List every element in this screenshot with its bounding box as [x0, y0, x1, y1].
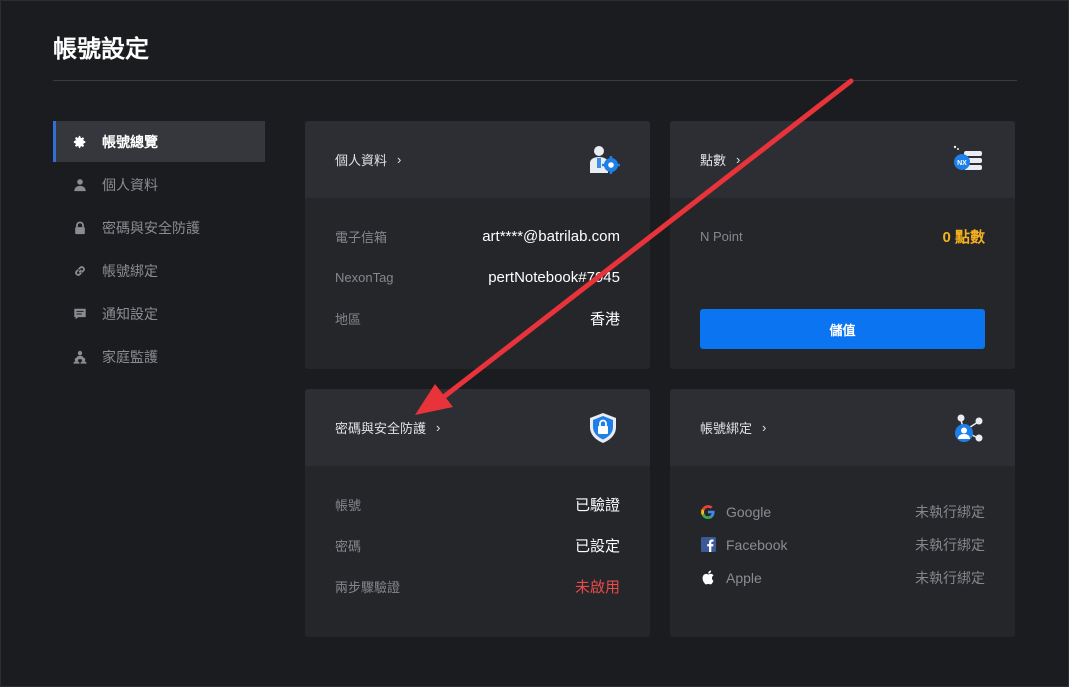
profile-region-row: 地區 香港 [305, 298, 650, 339]
profile-email-row: 電子信箱 art****@batrilab.com [305, 216, 650, 257]
chevron-right-icon: › [762, 420, 767, 435]
security-card-link[interactable]: 密碼與安全防護 › [335, 418, 440, 437]
sidebar: 帳號總覽 個人資料 密碼與安全防護 帳號綁定 通知設定 家庭監護 [53, 121, 265, 379]
sidebar-item-label: 個人資料 [102, 176, 158, 193]
binding-card-header: 帳號綁定 › [670, 389, 1015, 466]
two-step-status: 未啟用 [574, 579, 620, 596]
chevron-right-icon: › [736, 152, 741, 167]
lock-icon [73, 221, 87, 235]
two-step-label: 兩步驟驗證 [335, 580, 401, 595]
sidebar-item-label: 帳號綁定 [102, 262, 158, 279]
profile-card-header: 個人資料 › [305, 121, 650, 198]
sidebar-item-family-guard[interactable]: 家庭監護 [53, 336, 265, 377]
npoint-value: 0 點數 [942, 229, 985, 246]
account-label: 帳號 [335, 498, 362, 513]
nexontag-label: NexonTag [335, 270, 394, 285]
gear-icon [73, 135, 87, 149]
person-icon [73, 178, 87, 192]
npoint-label: N Point [700, 229, 743, 244]
svg-text:NX: NX [957, 160, 967, 167]
binding-card: 帳號綁定 › Google 未執行綁定 Facebook 未執行綁定 Apple… [670, 389, 1015, 637]
email-label: 電子信箱 [335, 230, 388, 245]
sidebar-item-label: 帳號總覽 [102, 133, 158, 150]
sidebar-item-account-overview[interactable]: 帳號總覽 [53, 121, 265, 162]
profile-settings-icon [590, 145, 620, 174]
message-icon [73, 307, 87, 321]
nx-points-icon: NX [953, 145, 982, 170]
facebook-binding-row[interactable]: Facebook 未執行綁定 [670, 528, 1015, 561]
email-value: art****@batrilab.com [482, 228, 620, 245]
points-card-title: 點數 [700, 153, 727, 168]
sidebar-item-label: 家庭監護 [102, 348, 158, 365]
facebook-label: Facebook [726, 536, 788, 553]
nexontag-value: pertNotebook#7945 [488, 269, 620, 286]
account-verify-row: 帳號 已驗證 [305, 484, 650, 525]
link-icon [73, 264, 87, 278]
password-row: 密碼 已設定 [305, 525, 650, 566]
password-status: 已設定 [574, 538, 620, 555]
apple-label: Apple [726, 569, 762, 586]
npoint-row: N Point 0 點數 [670, 216, 1015, 257]
google-icon [700, 504, 716, 520]
chevron-right-icon: › [397, 152, 402, 167]
sidebar-item-account-binding[interactable]: 帳號綁定 [53, 250, 265, 291]
sidebar-item-label: 密碼與安全防護 [102, 219, 200, 236]
google-binding-row[interactable]: Google 未執行綁定 [670, 495, 1015, 528]
sidebar-item-label: 通知設定 [102, 305, 158, 322]
region-label: 地區 [335, 312, 362, 327]
page-title: 帳號設定 [53, 36, 149, 63]
region-value: 香港 [589, 311, 620, 328]
security-card-header: 密碼與安全防護 › [305, 389, 650, 466]
binding-card-link[interactable]: 帳號綁定 › [700, 418, 766, 437]
title-divider [53, 80, 1017, 81]
facebook-icon [700, 537, 716, 553]
network-user-icon [955, 414, 983, 442]
two-step-row: 兩步驟驗證 未啟用 [305, 566, 650, 607]
top-up-button[interactable]: 儲值 [700, 309, 985, 349]
chevron-right-icon: › [436, 420, 441, 435]
points-card-link[interactable]: 點數 › [700, 150, 740, 169]
points-card: 點數 › NX N Point 0 點數 儲值 [670, 121, 1015, 369]
account-status: 已驗證 [574, 497, 620, 514]
sidebar-item-profile[interactable]: 個人資料 [53, 164, 265, 205]
facebook-status: 未執行綁定 [915, 536, 985, 553]
shield-lock-icon [590, 412, 616, 443]
apple-status: 未執行綁定 [915, 569, 985, 586]
profile-card: 個人資料 › 電子信箱 art****@batrilab.com NexonTa… [305, 121, 650, 369]
sidebar-item-security[interactable]: 密碼與安全防護 [53, 207, 265, 248]
password-label: 密碼 [335, 539, 362, 554]
family-icon [73, 350, 87, 364]
binding-card-title: 帳號綁定 [700, 421, 753, 436]
security-card-title: 密碼與安全防護 [335, 421, 427, 436]
google-label: Google [726, 503, 772, 520]
sidebar-item-notifications[interactable]: 通知設定 [53, 293, 265, 334]
app-window: 帳號設定 帳號總覽 個人資料 密碼與安全防護 帳號綁定 通知設定 家庭監護 個人… [0, 0, 1069, 687]
profile-card-title: 個人資料 [335, 153, 388, 168]
points-card-header: 點數 › NX [670, 121, 1015, 198]
security-card: 密碼與安全防護 › 帳號 已驗證 密碼 已設定 兩步驟驗證 未啟用 [305, 389, 650, 637]
profile-card-link[interactable]: 個人資料 › [335, 150, 401, 169]
google-status: 未執行綁定 [915, 503, 985, 520]
apple-icon [700, 570, 716, 586]
apple-binding-row[interactable]: Apple 未執行綁定 [670, 561, 1015, 594]
profile-nexontag-row: NexonTag pertNotebook#7945 [305, 257, 650, 298]
